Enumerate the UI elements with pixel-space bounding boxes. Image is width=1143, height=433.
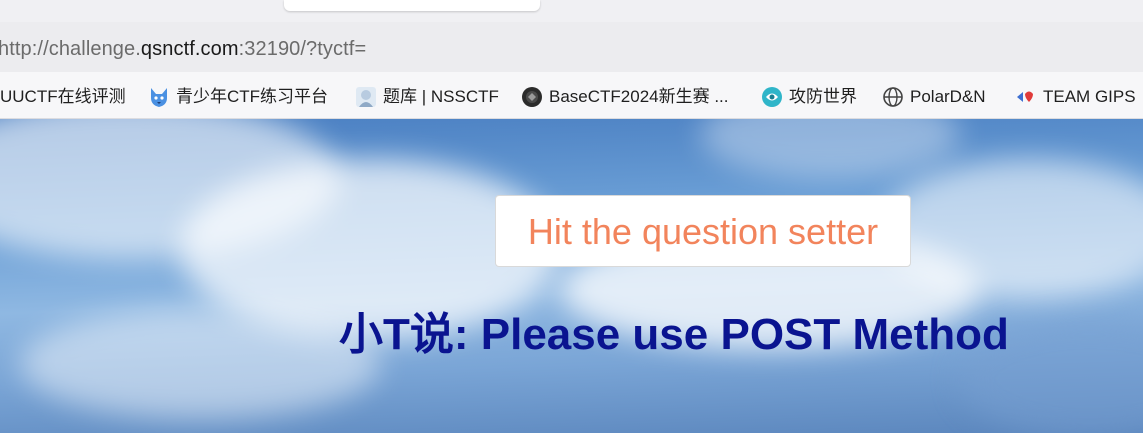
bookmark-nssctf[interactable]: 题库 | NSSCTF	[355, 85, 499, 109]
basectf-logo-icon	[522, 87, 542, 107]
nssctf-avatar-icon	[356, 87, 376, 107]
team-gips-icon	[1017, 91, 1033, 102]
bookmark-label: PolarD&N	[910, 87, 986, 106]
globe-icon	[883, 87, 903, 107]
bookmark-label: BaseCTF2024新生赛 ...	[549, 87, 729, 106]
bookmark-label: 青少年CTF练习平台	[176, 87, 329, 106]
bookmark-basectf[interactable]: BaseCTF2024新生赛 ...	[521, 85, 729, 109]
page-background: Hit the question setter 小T说: Please use …	[0, 119, 1143, 433]
page-headline: 小T说: Please use POST Method	[339, 310, 1009, 359]
hit-question-setter-button[interactable]: Hit the question setter	[495, 195, 911, 267]
tab-strip	[0, 0, 1143, 22]
wolf-icon	[151, 88, 167, 107]
url-suffix: :32190/?tyctf=	[238, 38, 367, 60]
bookmark-label: 攻防世界	[789, 87, 857, 106]
bookmark-uuctf[interactable]: UUCTF在线评测	[0, 85, 126, 109]
url-text[interactable]: http://challenge.qsnctf.com:32190/?tyctf…	[0, 37, 366, 61]
bookmark-adworld[interactable]: 攻防世界	[761, 85, 857, 109]
bookmark-team-gips[interactable]: TEAM GIPS	[1015, 85, 1136, 109]
bookmark-label: TEAM GIPS	[1043, 87, 1136, 106]
url-prefix: http://challenge.	[0, 38, 141, 60]
bookmark-label: 题库 | NSSCTF	[383, 87, 499, 106]
bookmark-polardn[interactable]: PolarD&N	[882, 85, 986, 109]
url-host: qsnctf.com	[140, 38, 239, 60]
active-tab[interactable]	[284, 0, 540, 11]
bookmark-qsnctf[interactable]: 青少年CTF练习平台	[148, 85, 328, 109]
bookmark-label: UUCTF在线评测	[0, 87, 126, 106]
adworld-logo-icon	[762, 87, 782, 107]
